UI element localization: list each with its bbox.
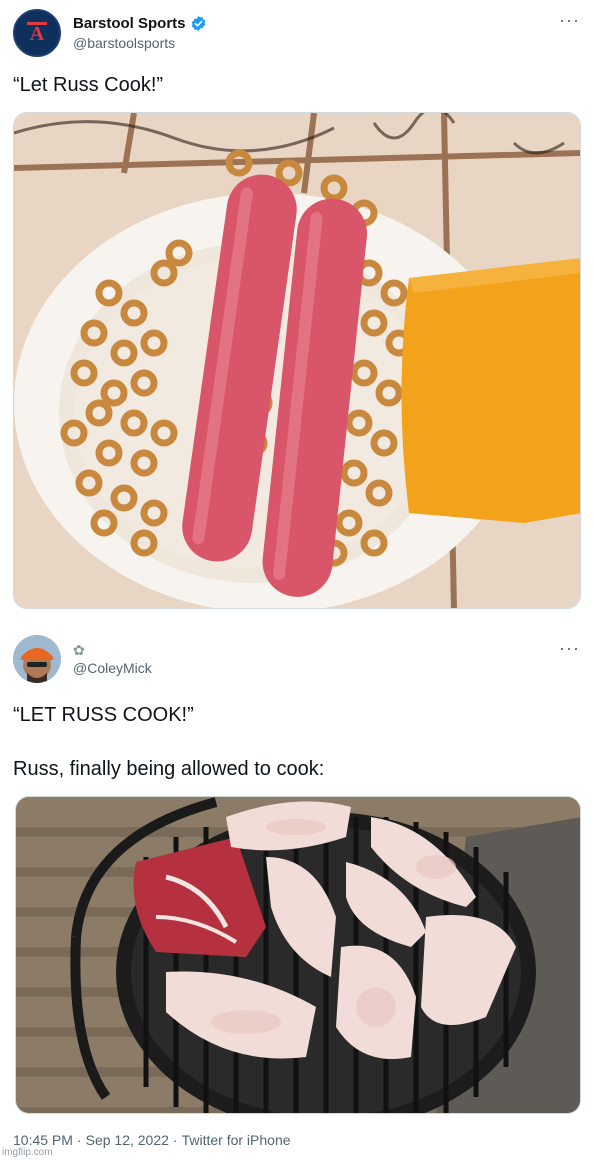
profile-photo-icon — [13, 635, 61, 683]
handle[interactable]: @ColeyMick — [73, 660, 152, 676]
tweet-time[interactable]: 10:45 PM — [13, 1132, 73, 1148]
flower-emoji-icon: ✿ — [73, 641, 85, 658]
tweet-source[interactable]: Twitter for iPhone — [182, 1132, 291, 1148]
more-options-icon[interactable]: ··· — [559, 638, 580, 659]
tweet-metadata: 10:45 PM · Sep 12, 2022 · Twitter for iP… — [13, 1132, 291, 1148]
grill-photo — [16, 797, 580, 1113]
tweet-coleymick: ✿ @ColeyMick ··· “LET RUSS COOK!” Russ, … — [0, 624, 594, 1161]
handle[interactable]: @barstoolsports — [73, 35, 207, 51]
avatar[interactable]: A — [13, 9, 61, 57]
separator: · — [76, 1132, 82, 1148]
barstool-logo-icon: A — [18, 14, 56, 52]
tweet-photo-bowl[interactable] — [13, 112, 581, 609]
avatar[interactable] — [13, 635, 61, 683]
tweet-text-line2: Russ, finally being allowed to cook: — [13, 758, 325, 780]
tweet-photo-grill[interactable] — [15, 796, 581, 1114]
more-options-icon[interactable]: ··· — [559, 10, 580, 31]
tweet-date[interactable]: Sep 12, 2022 — [86, 1132, 169, 1148]
display-name[interactable]: Barstool Sports — [73, 15, 186, 32]
tweet-header: A Barstool Sports @barstoolsports — [13, 8, 207, 58]
imgflip-watermark: imgflip.com — [2, 1147, 53, 1158]
verified-badge-icon — [190, 15, 207, 32]
separator: · — [172, 1132, 178, 1148]
tweet-barstool: A Barstool Sports @barstoolsports ··· “L… — [0, 0, 594, 620]
svg-text:A: A — [30, 23, 45, 45]
tweet-header: ✿ @ColeyMick — [13, 634, 152, 684]
cereal-bowl-photo — [14, 113, 580, 608]
tweet-text-line1: “LET RUSS COOK!” — [13, 704, 194, 726]
tweet-text: “Let Russ Cook!” — [13, 74, 164, 96]
